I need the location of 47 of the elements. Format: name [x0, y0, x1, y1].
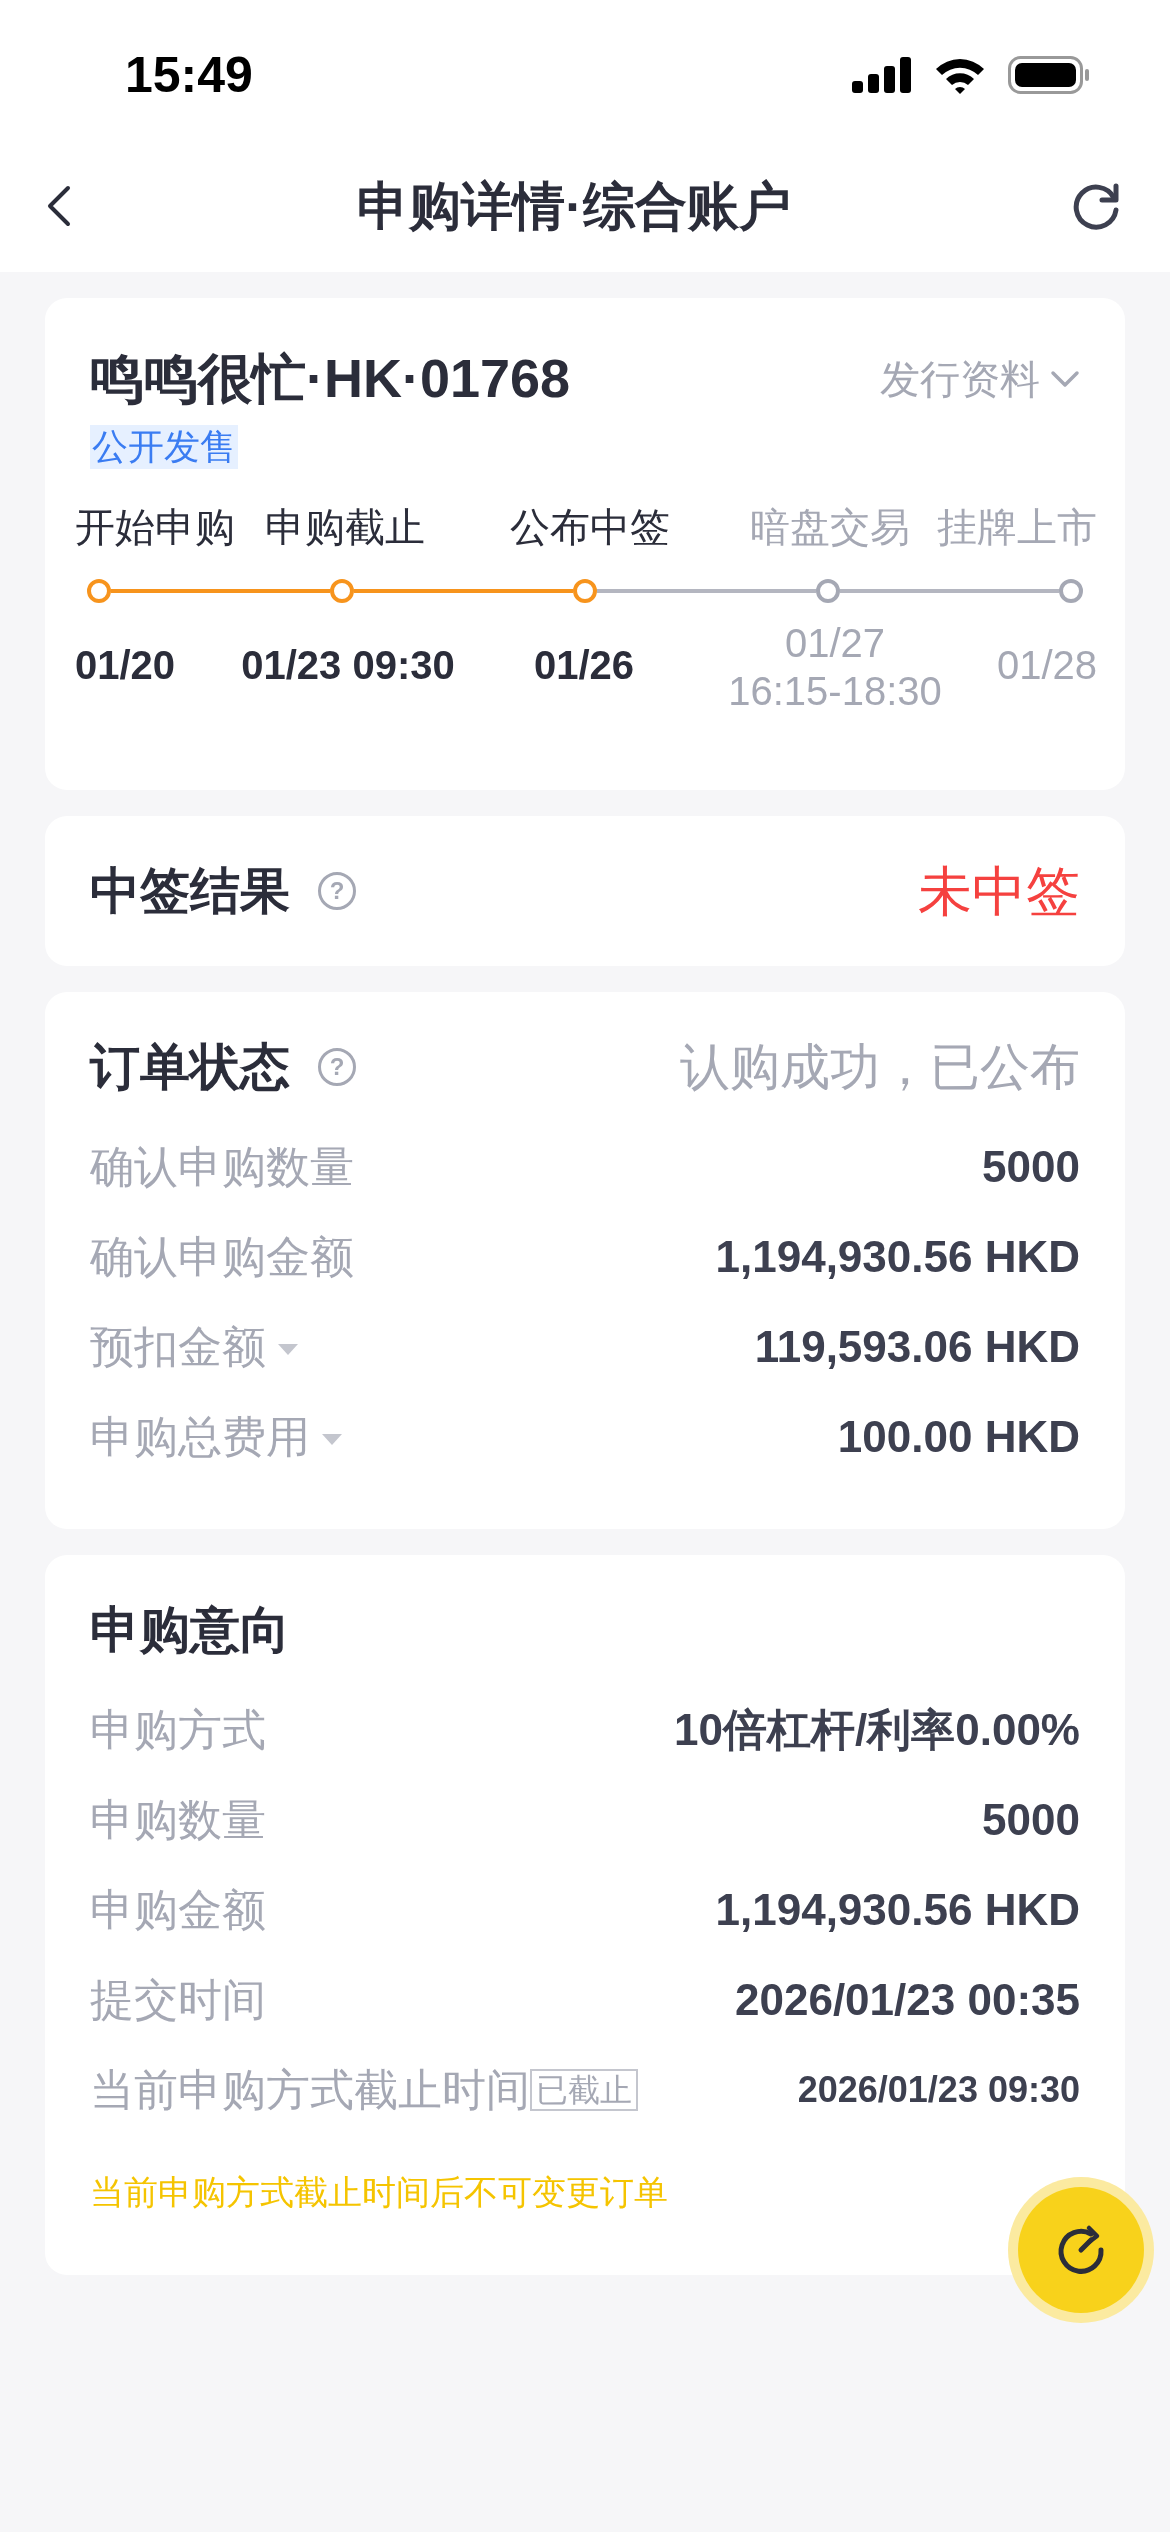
field-value: 119,593.06 HKD	[754, 1321, 1080, 1373]
step-date: 01/26	[532, 642, 636, 689]
field-value: 1,194,930.56 HKD	[715, 1231, 1080, 1283]
field-label: 确认申购金额	[90, 1231, 354, 1283]
field-value: 5000	[982, 1141, 1080, 1193]
field-label: 预扣金额	[90, 1321, 266, 1373]
step-date: 01/23 09:30	[240, 642, 456, 689]
step-label: 暗盘交易	[750, 505, 910, 549]
section-title: 申购意向	[90, 1601, 291, 1660]
order-status: 认购成功，已公布	[680, 1037, 1080, 1097]
field-value: 2026/01/23 09:30	[797, 2068, 1080, 2112]
signal-icon	[852, 57, 912, 93]
field-value: 2026/01/23 00:35	[735, 1974, 1080, 2026]
result-value: 未中签	[918, 859, 1080, 923]
step-label: 申购截止	[265, 505, 425, 549]
wifi-icon	[934, 56, 986, 94]
field-label: 提交时间	[90, 1974, 266, 2026]
field-value: 1,194,930.56 HKD	[715, 1884, 1080, 1936]
status-badge: 已截止	[530, 2069, 638, 2111]
field-label: 申购数量	[90, 1794, 266, 1846]
section-title: 中签结果	[90, 861, 290, 921]
field-label: 申购方式	[90, 1704, 266, 1756]
field-value: 10倍杠杆/利率0.00%	[674, 1704, 1080, 1756]
status-time: 15:49	[125, 45, 253, 105]
field-label: 申购金额	[90, 1884, 266, 1936]
step-time: 16:15-18:30	[727, 668, 943, 715]
page-title: 申购详情·综合账户	[357, 176, 791, 237]
issue-info-link[interactable]: 发行资料	[880, 348, 1080, 409]
battery-icon	[1008, 56, 1090, 94]
step-label: 开始申购	[75, 505, 235, 549]
step-label: 挂牌上市	[937, 505, 1097, 549]
help-icon[interactable]: ?	[318, 1048, 356, 1086]
help-icon[interactable]: ?	[318, 872, 356, 910]
field-value: 5000	[982, 1794, 1080, 1846]
notice-text: 当前申购方式截止时间后不可变更订单	[90, 2172, 669, 2213]
field-label: 申购总费用	[90, 1411, 310, 1463]
stock-name: 鸣鸣很忙·HK·01768	[90, 347, 571, 410]
step-date: 01/27	[783, 620, 887, 667]
step-date: 01/28	[995, 642, 1097, 689]
field-label: 确认申购数量	[90, 1141, 354, 1193]
field-label: 当前申购方式截止时间	[90, 2064, 530, 2116]
step-date: 01/20	[75, 642, 177, 689]
offer-tag: 公开发售	[90, 425, 238, 469]
section-title: 订单状态	[90, 1037, 290, 1097]
chevron-down-icon	[1050, 369, 1080, 388]
field-value: 100.00 HKD	[837, 1411, 1080, 1463]
step-label: 公布中签	[510, 505, 670, 549]
